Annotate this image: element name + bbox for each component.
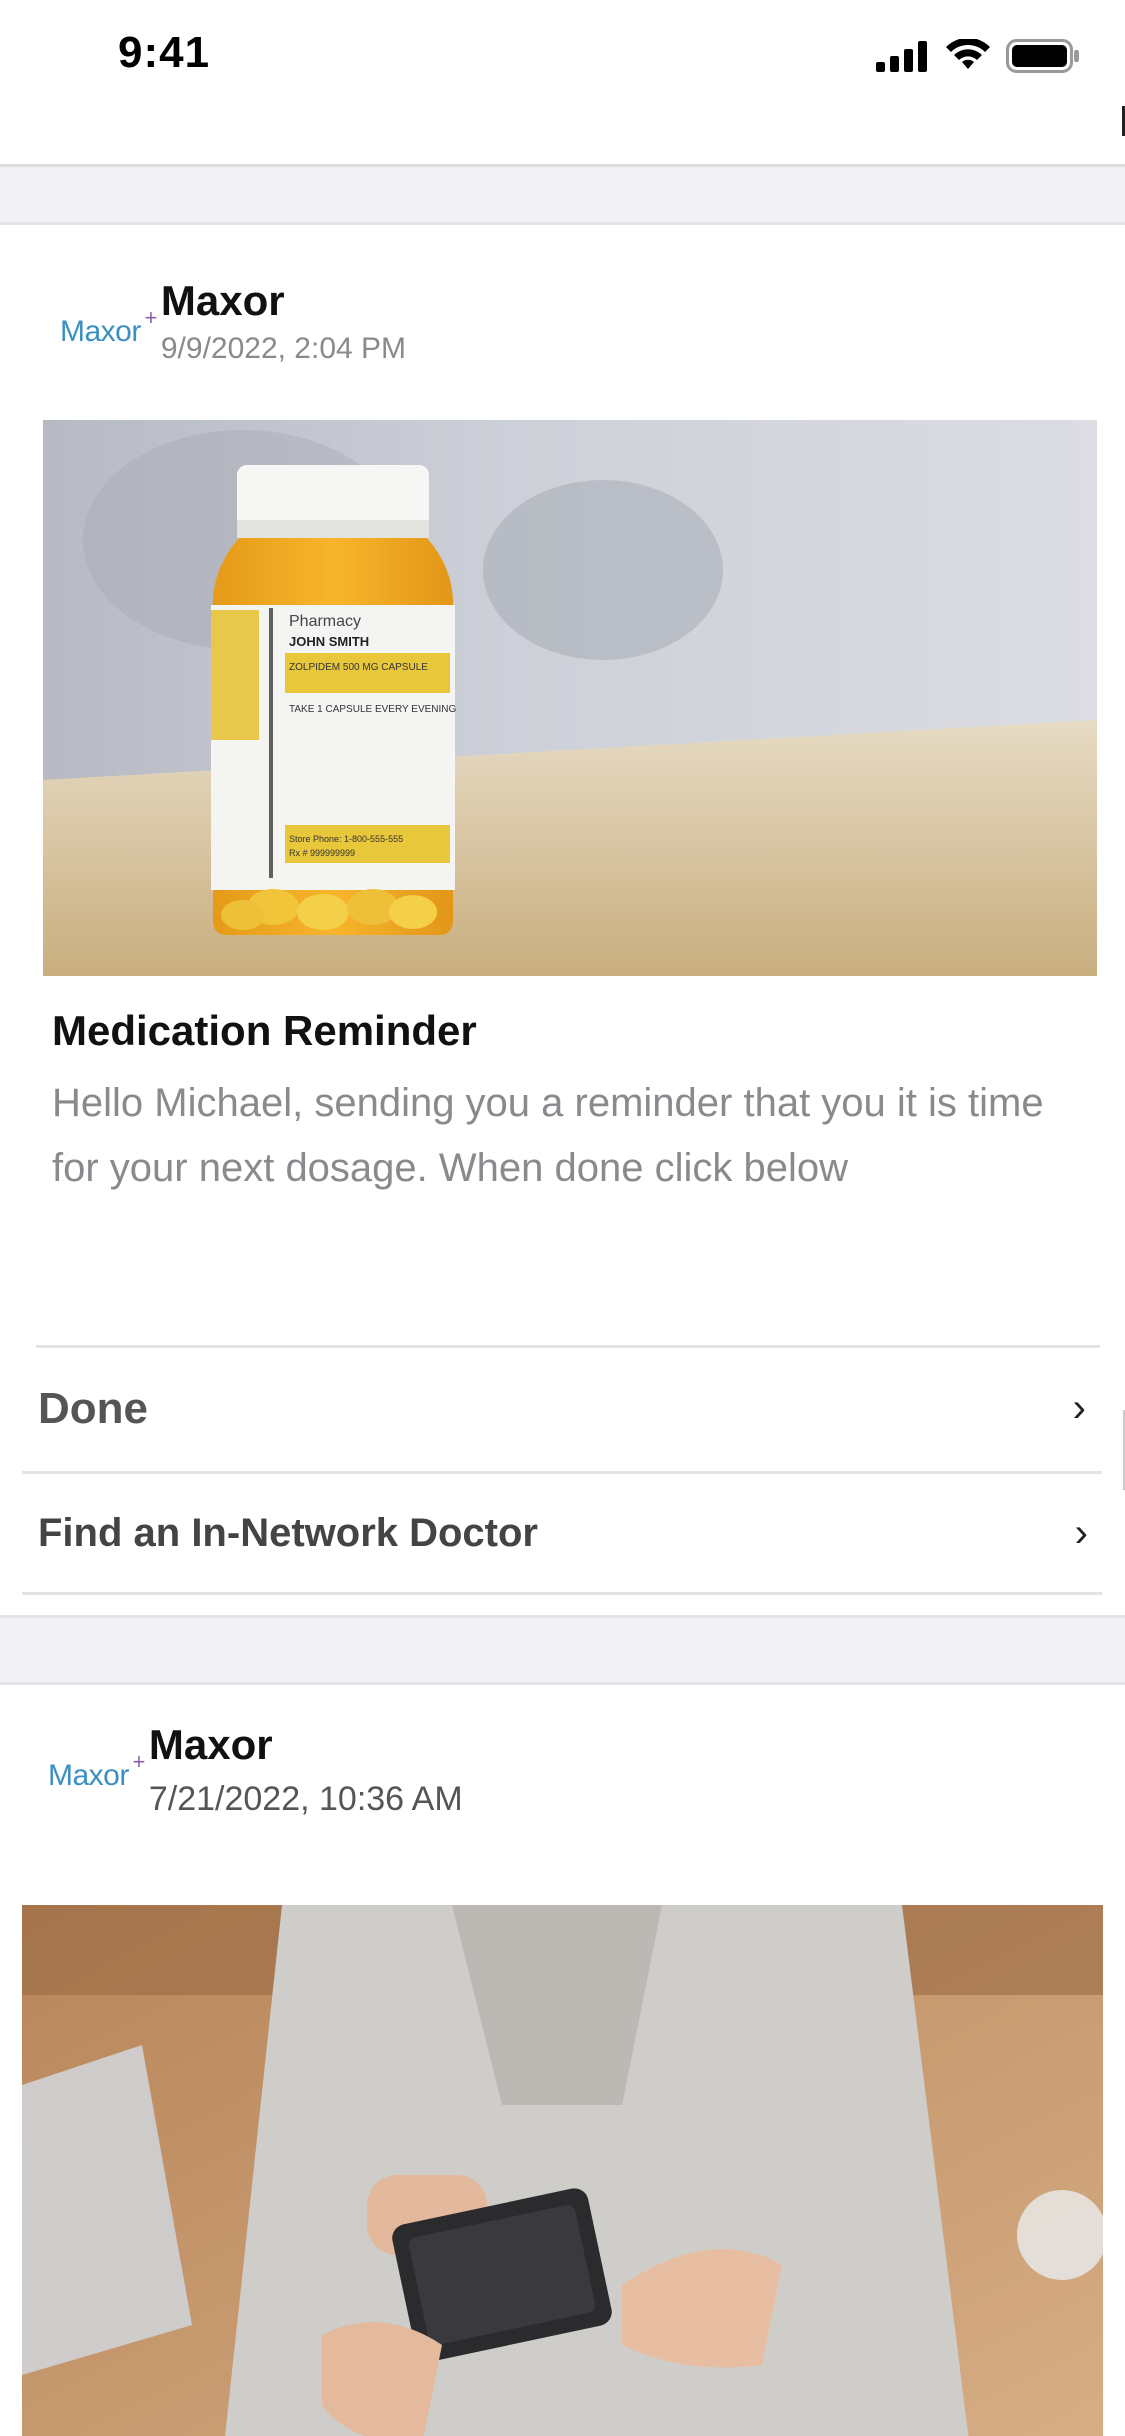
signal-icon (876, 41, 927, 72)
logo-plus-mark: + (144, 305, 158, 330)
battery-icon (1006, 39, 1079, 73)
done-button[interactable]: Done › (36, 1345, 1100, 1469)
status-time: 9:41 (118, 28, 211, 77)
logo-text: Maxor (48, 1759, 129, 1792)
sender-name: Maxor (148, 1721, 273, 1768)
bottle-instructions: TAKE 1 CAPSULE EVERY EVENING (289, 704, 457, 715)
sender-row: Maxor + Maxor 9/9/2022, 2:04 PM (60, 277, 406, 369)
pharmacy-bottle-illustration: Pharmacy JOHN SMITH ZOLPIDEM 500 MG CAPS… (43, 420, 1097, 976)
bottle-rx: Rx # 999999999 (289, 848, 355, 858)
sender-row: Maxor + Maxor 7/21/2022, 10:36 AM (48, 1721, 463, 1819)
message-card[interactable]: Maxor + Maxor 9/9/2022, 2:04 PM Pharmacy… (0, 222, 1125, 1618)
wifi-icon (946, 39, 990, 69)
status-bar: 9:41 (0, 0, 1125, 106)
screen: 9:41 Maxor + Maxor 9/9/2022, 2:04 PM Pha… (0, 0, 1125, 2436)
bottle-drug: ZOLPIDEM 500 MG CAPSULE (289, 662, 428, 673)
logo-plus-mark: + (132, 1749, 146, 1774)
bottle-phone: Store Phone: 1-800-555-555 (289, 834, 403, 844)
bottle-patient: JOHN SMITH (289, 634, 369, 649)
message-title: Medication Reminder (52, 1007, 477, 1054)
message-date: 7/21/2022, 10:36 AM (148, 1780, 463, 1818)
sender-text: Maxor 9/9/2022, 2:04 PM (161, 277, 406, 369)
message-date: 9/9/2022, 2:04 PM (160, 332, 407, 365)
person-holding-phone-image (22, 1905, 1103, 2436)
bottle-brand: Pharmacy (289, 613, 361, 630)
sender-text: Maxor 7/21/2022, 10:36 AM (149, 1721, 463, 1819)
person-phone-illustration (22, 1905, 1103, 2436)
maxor-logo: Maxor + (48, 1749, 145, 1793)
logo-text: Maxor (60, 315, 141, 348)
sender-name: Maxor (160, 277, 285, 324)
message-body: Hello Michael, sending you a reminder th… (52, 1081, 1044, 1190)
chevron-right-icon: › (1072, 1386, 1086, 1430)
done-label: Done (38, 1383, 148, 1433)
previous-card-remnant (0, 106, 1125, 167)
find-in-network-doctor-button[interactable]: Find an In-Network Doctor › (22, 1471, 1102, 1595)
chevron-right-icon: › (1074, 1510, 1088, 1555)
message-card[interactable]: Maxor + Maxor 7/21/2022, 10:36 AM (0, 1682, 1125, 2436)
pharmacy-bottle-image: Pharmacy JOHN SMITH ZOLPIDEM 500 MG CAPS… (43, 420, 1097, 976)
status-icons (876, 36, 1080, 76)
find-doctor-label: Find an In-Network Doctor (38, 1510, 538, 1555)
maxor-logo: Maxor + (60, 305, 157, 349)
